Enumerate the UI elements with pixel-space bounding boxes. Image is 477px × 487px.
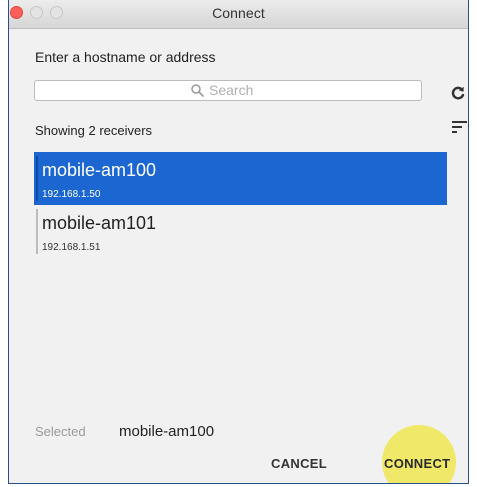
receiver-count: Showing 2 receivers [35, 123, 153, 138]
connect-button[interactable]: CONNECT [384, 456, 450, 471]
receiver-list: mobile-am100 192.168.1.50 mobile-am101 1… [34, 152, 447, 258]
search-placeholder: Search [209, 82, 254, 98]
row-indicator [36, 156, 38, 201]
receiver-name: mobile-am100 [42, 160, 157, 180]
row-indicator [36, 209, 38, 254]
selected-receiver: mobile-am100 [119, 423, 215, 440]
connect-dialog: Connect Enter a hostname or address Sear… [8, 0, 469, 484]
receiver-name: mobile-am101 [42, 213, 157, 233]
sort-icon[interactable] [452, 120, 468, 134]
list-item[interactable]: mobile-am100 192.168.1.50 [34, 152, 447, 205]
refresh-icon[interactable] [450, 85, 466, 101]
search-input[interactable]: Search [34, 80, 422, 101]
receiver-address: 192.168.1.50 [42, 189, 101, 200]
selected-label: Selected [35, 424, 86, 439]
cancel-button[interactable]: CANCEL [271, 456, 327, 471]
receiver-address: 192.168.1.51 [42, 242, 101, 253]
list-item[interactable]: mobile-am101 192.168.1.51 [34, 205, 447, 258]
hostname-prompt: Enter a hostname or address [35, 49, 216, 65]
search-icon [191, 84, 204, 97]
window-title: Connect [212, 5, 265, 21]
click-highlight [382, 425, 456, 483]
title-bar[interactable]: Connect [9, 0, 468, 29]
